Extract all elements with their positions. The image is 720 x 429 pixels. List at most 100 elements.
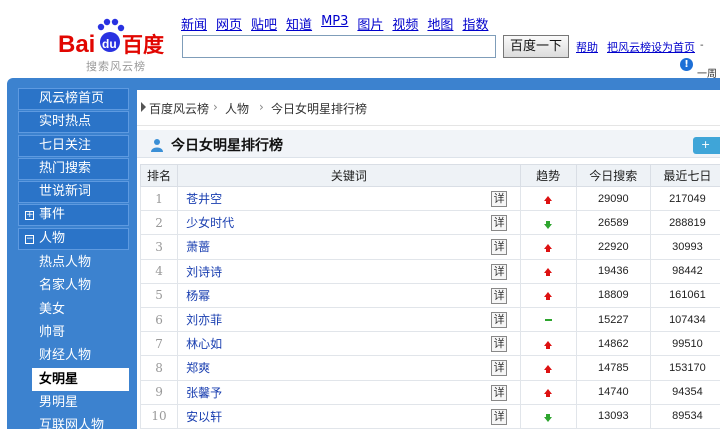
sidebar-subitem-beauty[interactable]: 美女: [18, 298, 129, 321]
trend-cell: [519, 234, 577, 260]
sidebar-subitem-famous[interactable]: 名家人物: [18, 274, 129, 297]
keyword-cell: 刘亦菲 详: [177, 306, 521, 333]
header-week: 最近七日: [649, 164, 720, 187]
sidebar-group-events[interactable]: + 事件: [18, 204, 129, 227]
detail-button[interactable]: 详: [491, 384, 508, 401]
trend-up-icon: [544, 340, 553, 349]
detail-button[interactable]: 详: [491, 360, 508, 377]
table-row: 8 郑爽 详 14785 153170: [139, 355, 720, 381]
keyword-link[interactable]: 刘亦菲: [186, 313, 222, 327]
sidebar-item-label: 世说新词: [39, 184, 92, 200]
detail-button[interactable]: 详: [491, 215, 508, 232]
sidebar-item-home[interactable]: 风云榜首页: [18, 88, 129, 110]
sidebar-item-hot-search[interactable]: 热门搜索: [18, 157, 129, 180]
top-nav: 新闻 网页 贴吧 知道 MP3 图片 视频 地图 指数: [181, 14, 497, 33]
header-trend: 趋势: [519, 164, 577, 187]
baidu-logo[interactable]: Bai du 百度 搜索风云榜: [58, 18, 178, 74]
sidebar-item-seven-day[interactable]: 七日关注: [18, 134, 129, 157]
breadcrumb-home[interactable]: 百度风云榜: [149, 100, 209, 117]
detail-button[interactable]: 详: [491, 408, 508, 425]
nav-zhidao[interactable]: 知道: [286, 14, 312, 33]
trend-cell: [519, 355, 577, 381]
nav-map[interactable]: 地图: [427, 14, 453, 33]
nav-web[interactable]: 网页: [216, 14, 242, 33]
table-row: 5 杨幂 详 18809 161061: [139, 282, 720, 308]
week-search-cell: 288819: [649, 210, 720, 236]
ranking-title: 今日女明星排行榜: [171, 138, 283, 154]
rank-cell: 5: [139, 282, 179, 308]
detail-button[interactable]: 详: [491, 239, 508, 256]
search-button[interactable]: 百度一下: [503, 35, 569, 58]
header-keyword: 关键词: [177, 164, 521, 187]
keyword-link[interactable]: 萧蔷: [186, 240, 210, 254]
today-search-cell: 14862: [575, 331, 651, 357]
detail-button[interactable]: 详: [491, 287, 508, 304]
keyword-link[interactable]: 张馨予: [186, 386, 222, 400]
sidebar-subitem-actors[interactable]: 男明星: [18, 391, 129, 414]
detail-button[interactable]: 详: [491, 263, 508, 280]
nav-tieba[interactable]: 贴吧: [251, 14, 277, 33]
sidebar-subitem-finance[interactable]: 财经人物: [18, 344, 129, 367]
breadcrumb-people[interactable]: 人物: [225, 100, 249, 117]
sidebar-subitem-actresses[interactable]: 女明星: [32, 367, 129, 391]
collapse-minus-icon[interactable]: −: [25, 234, 34, 244]
sidebar-subitem-internet[interactable]: 互联网人物: [18, 414, 129, 429]
trend-up-icon: [544, 268, 553, 277]
sidebar-item-realtime[interactable]: 实时热点: [18, 111, 129, 134]
keyword-link[interactable]: 刘诗诗: [186, 265, 222, 279]
keyword-link[interactable]: 安以轩: [186, 410, 222, 424]
table-row: 2 少女时代 详 26589 288819: [139, 210, 720, 236]
week-search-cell: 89534: [649, 403, 720, 429]
nav-images[interactable]: 图片: [357, 14, 383, 33]
keyword-cell: 张馨予 详: [177, 379, 521, 405]
sidebar-item-new-words[interactable]: 世说新词: [18, 181, 129, 204]
week-search-cell: 217049: [649, 185, 720, 212]
add-button[interactable]: +: [693, 137, 720, 154]
nav-video[interactable]: 视频: [392, 14, 418, 33]
trend-down-icon: [544, 220, 553, 229]
trend-cell: [519, 379, 577, 405]
sidebar-group-label: 人物: [39, 230, 66, 246]
keyword-cell: 萧蔷 详: [177, 234, 521, 260]
trend-down-icon: [544, 414, 553, 423]
keyword-link[interactable]: 林心如: [186, 337, 222, 351]
detail-button[interactable]: 详: [491, 191, 508, 207]
rank-cell: 2: [139, 210, 179, 236]
breadcrumb: 百度风云榜 › 人物 › 今日女明星排行榜: [137, 90, 720, 126]
keyword-link[interactable]: 郑爽: [186, 361, 210, 375]
expand-plus-icon[interactable]: +: [25, 211, 34, 221]
keyword-link[interactable]: 苍井空: [186, 192, 222, 206]
today-search-cell: 29090: [575, 185, 651, 212]
search-input[interactable]: [182, 35, 496, 58]
week-search-cell: 94354: [649, 379, 720, 405]
detail-button[interactable]: 详: [491, 311, 508, 328]
header-rank: 排名: [139, 164, 179, 187]
nav-news[interactable]: 新闻: [181, 14, 207, 33]
table-row: 9 张馨予 详 14740 94354: [139, 379, 720, 405]
main-panel: 百度风云榜 › 人物 › 今日女明星排行榜 今日女明星排行榜 + 排名 关键词 …: [137, 90, 720, 429]
sidebar-subitem-handsome[interactable]: 帅哥: [18, 321, 129, 344]
keyword-link[interactable]: 杨幂: [186, 289, 210, 303]
breadcrumb-separator: ›: [213, 100, 218, 114]
keyword-cell: 郑爽 详: [177, 355, 521, 381]
set-homepage-link[interactable]: 把风云榜设为首页: [607, 39, 695, 55]
sidebar-group-people[interactable]: − 人物: [18, 227, 129, 250]
keyword-link[interactable]: 少女时代: [186, 216, 234, 230]
sidebar-group-label: 事件: [39, 207, 66, 223]
trend-up-icon: [544, 389, 553, 398]
keyword-cell: 安以轩 详: [177, 403, 521, 429]
table-row: 1 苍井空 详 29090 217049: [139, 185, 720, 212]
help-link[interactable]: 帮助: [576, 39, 598, 55]
rank-cell: 3: [139, 234, 179, 260]
breadcrumb-separator: ›: [259, 100, 264, 114]
trend-cell: [519, 331, 577, 357]
nav-index[interactable]: 指数: [462, 14, 488, 33]
sidebar-subitem-hot-people[interactable]: 热点人物: [18, 251, 129, 274]
table-row: 4 刘诗诗 详 19436 98442: [139, 258, 720, 284]
sidebar-item-label: 风云榜首页: [39, 91, 105, 106]
ranking-title-bar: 今日女明星排行榜 +: [137, 130, 720, 158]
detail-button[interactable]: 详: [491, 336, 508, 353]
svg-text:du: du: [102, 37, 117, 51]
sidebar: 风云榜首页 实时热点 七日关注 热门搜索 世说新词 + 事件 − 人物 热点人物…: [18, 88, 129, 429]
nav-mp3[interactable]: MP3: [321, 14, 348, 33]
